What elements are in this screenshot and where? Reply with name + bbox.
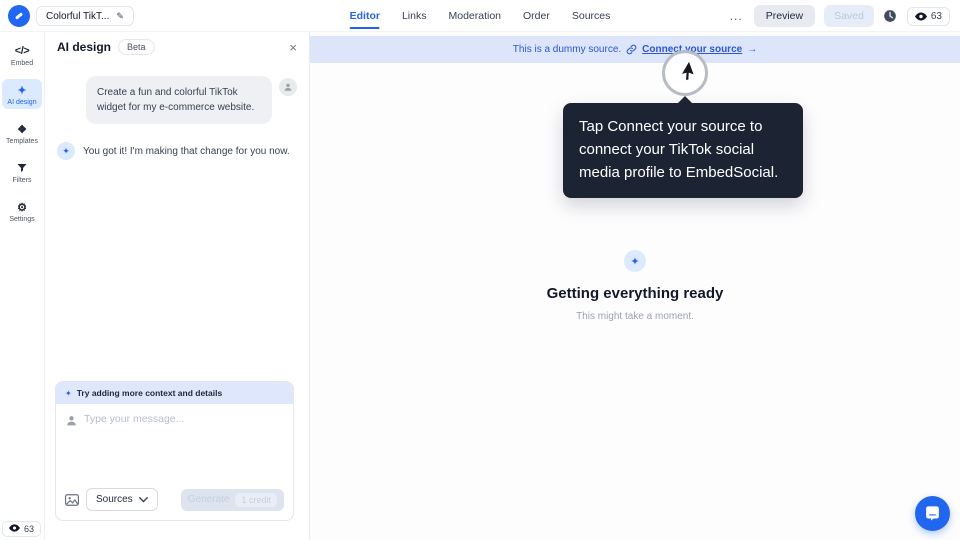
loading-sparkle-icon: ✦ (624, 250, 646, 272)
message-composer: ✦ Try adding more context and details So… (55, 381, 294, 521)
filter-funnel-icon (16, 161, 28, 175)
icon-sidebar: </> Embed ✦ AI design ❖ Templates Filter… (0, 32, 45, 540)
composer-actions: Sources Generate 1 credit (56, 480, 293, 520)
logo-glyph-icon (15, 12, 23, 20)
topbar-actions: ... Preview Saved 63 (728, 0, 950, 32)
panel-header: AI design Beta × (45, 32, 309, 62)
suggestion-text: Try adding more context and details (76, 388, 223, 398)
loading-title: Getting everything ready (546, 285, 724, 302)
sidebar-item-filters[interactable]: Filters (2, 157, 42, 187)
embedsocial-logo[interactable] (8, 5, 30, 27)
views-counter-corner: 63 (2, 521, 42, 537)
edit-pencil-icon[interactable]: ✎ (116, 11, 124, 22)
more-menu-button[interactable]: ... (728, 9, 745, 23)
generate-button[interactable]: Generate 1 credit (180, 488, 284, 511)
sources-label: Sources (96, 494, 133, 505)
ai-design-panel: AI design Beta × Create a fun and colorf… (45, 32, 310, 540)
chat-thread: Create a fun and colorful TikTok widget … (45, 62, 309, 160)
sources-dropdown[interactable]: Sources (86, 488, 158, 511)
panel-title: AI design (57, 40, 112, 54)
generate-label: Generate (187, 494, 230, 505)
eye-icon (9, 524, 20, 534)
eye-icon (914, 12, 927, 21)
cursor-highlight-circle (662, 50, 708, 96)
sidebar-item-label: Settings (9, 216, 35, 223)
close-icon[interactable]: × (289, 41, 297, 54)
main-area: This is a dummy source. Connect your sou… (310, 32, 960, 540)
dummy-source-banner: This is a dummy source. Connect your sou… (310, 36, 960, 63)
sidebar-item-label: AI design (7, 99, 37, 106)
user-message-row: Create a fun and colorful TikTok widget … (57, 76, 297, 124)
assistant-message-text: You got it! I'm making that change for y… (83, 146, 290, 157)
assistant-message-row: ✦ You got it! I'm making that change for… (57, 142, 297, 160)
nav-tabs: Editor Links Moderation Order Sources (349, 0, 611, 32)
support-chat-button[interactable] (915, 496, 950, 531)
mouse-cursor-icon (680, 59, 695, 81)
credit-badge: 1 credit (235, 492, 277, 507)
sidebar-item-embed[interactable]: </> Embed (2, 40, 42, 70)
sidebar-item-settings[interactable]: ⚙ Settings (2, 196, 42, 226)
tab-editor[interactable]: Editor (349, 0, 381, 32)
message-input[interactable] (84, 413, 284, 473)
link-icon (626, 44, 637, 55)
sidebar-item-label: Embed (10, 60, 34, 67)
sidebar-item-ai-design[interactable]: ✦ AI design (2, 79, 42, 109)
views-count: 63 (930, 10, 942, 22)
gear-icon: ⚙ (17, 201, 27, 214)
chevron-down-icon (138, 496, 148, 502)
user-avatar (279, 78, 297, 96)
arrow-right-icon: → (747, 44, 758, 55)
tab-moderation[interactable]: Moderation (448, 0, 501, 32)
history-icon[interactable] (883, 9, 898, 24)
code-icon: </> (14, 45, 30, 57)
tab-links[interactable]: Links (402, 0, 427, 32)
suggestion-bar[interactable]: ✦ Try adding more context and details (56, 382, 293, 404)
sidebar-item-templates[interactable]: ❖ Templates (2, 118, 42, 148)
top-bar: Colorful TikT... ✎ Editor Links Moderati… (0, 0, 960, 32)
preview-button[interactable]: Preview (753, 5, 816, 27)
image-attach-icon[interactable] (65, 493, 79, 506)
widget-name: Colorful TikT... (46, 10, 110, 22)
saved-button[interactable]: Saved (824, 5, 874, 27)
loading-subtitle: This might take a moment. (576, 311, 694, 322)
views-counter: 63 (906, 6, 950, 26)
ai-sparkle-icon: ✦ (57, 142, 75, 160)
widget-name-field[interactable]: Colorful TikT... ✎ (36, 6, 134, 26)
user-message-bubble: Create a fun and colorful TikTok widget … (86, 76, 272, 124)
beta-badge: Beta (118, 39, 155, 55)
sparkle-icon: ✦ (65, 388, 72, 398)
tab-order[interactable]: Order (523, 0, 550, 32)
sidebar-item-label: Templates (6, 138, 38, 145)
tab-sources[interactable]: Sources (572, 0, 611, 32)
input-zone (56, 404, 293, 480)
templates-icon: ❖ (17, 123, 27, 136)
sparkle-icon: ✦ (17, 84, 27, 97)
person-icon (65, 414, 78, 432)
loading-state: ✦ Getting everything ready This might ta… (310, 250, 960, 322)
sidebar-item-label: Filters (12, 177, 32, 184)
banner-text: This is a dummy source. (512, 44, 622, 55)
views-count: 63 (24, 524, 35, 534)
onboarding-tooltip: Tap Connect your source to connect your … (563, 96, 803, 198)
chat-bubble-icon (926, 506, 939, 521)
